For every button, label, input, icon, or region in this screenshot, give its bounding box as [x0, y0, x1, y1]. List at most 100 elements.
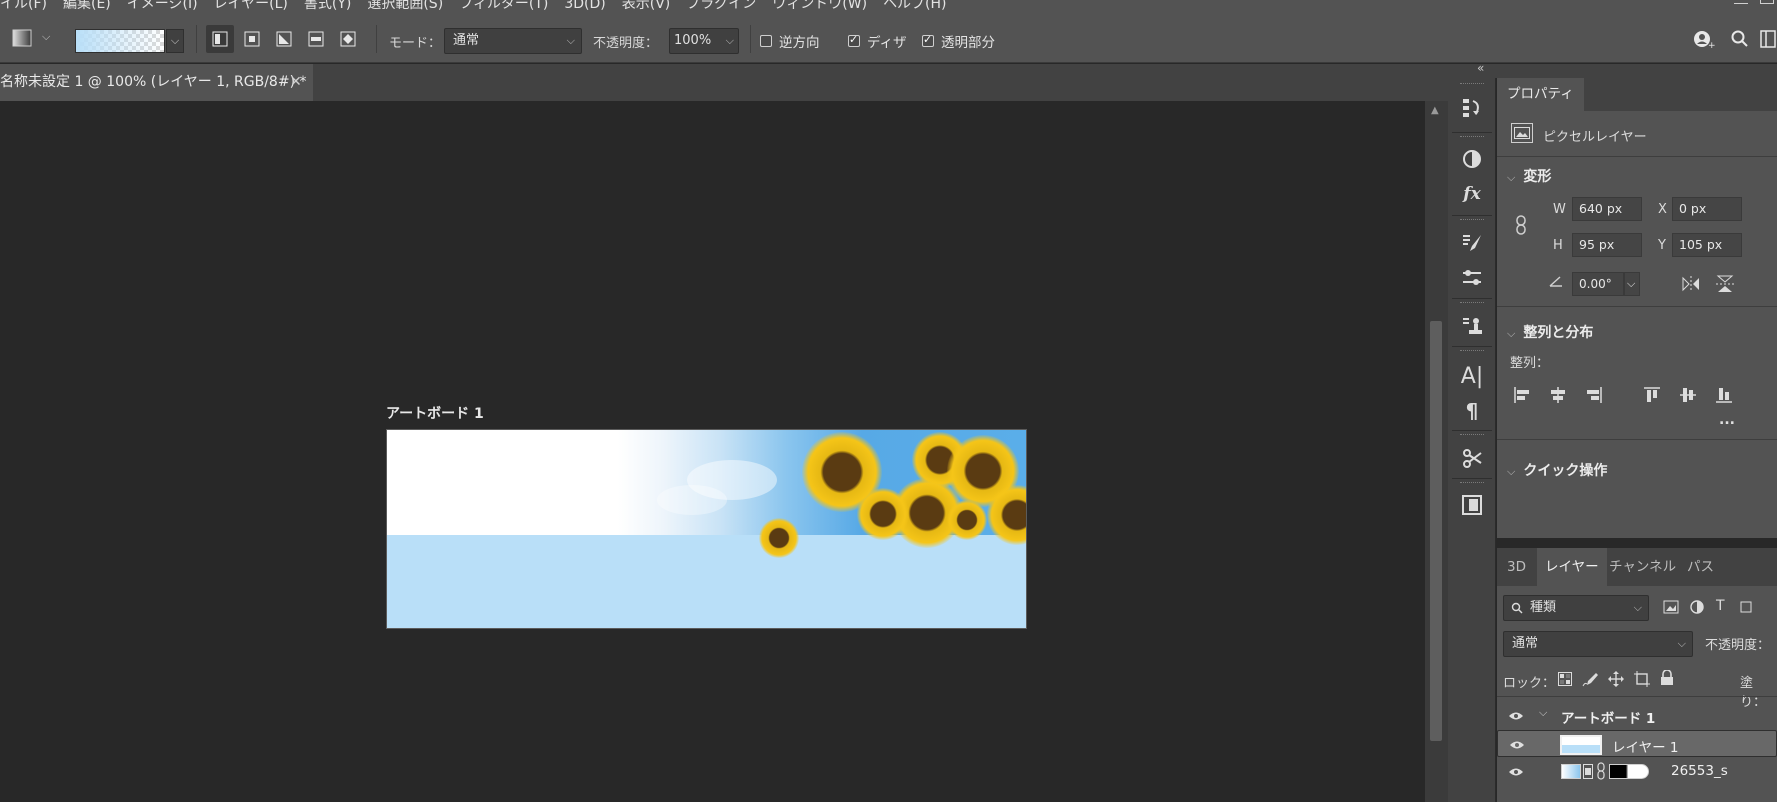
visibility-eye-icon[interactable]	[1508, 708, 1524, 724]
layer-row-layer-1[interactable]: レイヤー 1	[1497, 730, 1777, 757]
align-bottom-icon[interactable]	[1715, 386, 1733, 408]
y-field[interactable]: 105 px	[1672, 233, 1742, 257]
tab-properties[interactable]: プロパティ	[1497, 78, 1584, 111]
align-vertical-center-icon[interactable]	[1679, 386, 1697, 408]
align-section-header[interactable]: ⌵ 整列と分布	[1507, 322, 1593, 342]
collapse-panels-icon[interactable]: «	[1477, 61, 1484, 75]
dither-checkbox[interactable]: ディザ	[848, 31, 907, 51]
lock-artboard-icon[interactable]	[1634, 671, 1650, 691]
clone-source-icon[interactable]	[1456, 311, 1488, 341]
align-horizontal-center-icon[interactable]	[1549, 386, 1567, 408]
layer-row-image[interactable]: 26553_s	[1497, 758, 1777, 785]
menu-3d[interactable]: 3D(D)	[564, 0, 605, 14]
angle-field[interactable]: 0.00°	[1572, 272, 1624, 296]
menu-filter[interactable]: フィルター(T)	[459, 0, 548, 14]
tab-layers[interactable]: レイヤー	[1537, 548, 1607, 586]
grip-handle[interactable]	[1460, 302, 1484, 305]
grip-handle[interactable]	[1460, 219, 1484, 222]
tab-channels[interactable]: チャンネル	[1601, 548, 1684, 586]
lock-all-icon[interactable]	[1660, 669, 1674, 690]
tool-presets-icon[interactable]	[1456, 443, 1488, 473]
reflected-gradient-icon[interactable]	[302, 25, 330, 53]
menu-help[interactable]: ヘルプ(H)	[883, 0, 946, 14]
grip-handle[interactable]	[1460, 350, 1484, 353]
close-icon[interactable]: ✕	[290, 64, 302, 101]
properties-sliders-icon[interactable]	[1456, 263, 1488, 293]
maximize-icon[interactable]	[1760, 0, 1774, 4]
filter-adjustment-icon[interactable]	[1690, 600, 1704, 618]
visibility-eye-icon[interactable]	[1509, 737, 1525, 753]
grip-handle[interactable]	[1460, 136, 1484, 139]
layer-row-artboard[interactable]: ⌵ アートボード 1	[1497, 702, 1777, 729]
vertical-scrollbar[interactable]: ▲	[1425, 101, 1448, 802]
diamond-gradient-icon[interactable]	[334, 25, 362, 53]
blend-mode-select[interactable]: 通常 ⌵	[1503, 631, 1693, 657]
scroll-up-icon[interactable]: ▲	[1431, 105, 1439, 116]
filter-type-icon[interactable]: T	[1716, 598, 1725, 614]
mode-select[interactable]: 通常 ⌵	[444, 28, 582, 54]
search-icon[interactable]	[1726, 25, 1754, 53]
tab-paths[interactable]: パス	[1679, 548, 1722, 586]
reverse-checkbox[interactable]: 逆方向	[760, 31, 820, 51]
lock-position-icon[interactable]	[1608, 671, 1624, 691]
flip-vertical-icon[interactable]	[1716, 274, 1734, 298]
linear-gradient-icon[interactable]	[206, 25, 234, 53]
menu-file[interactable]: イル(F)	[0, 0, 47, 14]
chevron-down-icon[interactable]: ⌵	[1624, 272, 1640, 296]
flip-horizontal-icon[interactable]	[1681, 276, 1701, 296]
history-icon[interactable]	[1456, 92, 1488, 122]
menu-view[interactable]: 表示(V)	[622, 0, 671, 14]
menu-window[interactable]: ウィンドウ(W)	[772, 0, 867, 14]
radial-gradient-icon[interactable]	[238, 25, 266, 53]
transparency-checkbox[interactable]: 透明部分	[922, 31, 995, 51]
filter-shape-icon[interactable]	[1739, 600, 1753, 618]
align-right-icon[interactable]	[1585, 386, 1603, 408]
menu-plugins[interactable]: プラグイン	[686, 0, 756, 14]
gradient-picker-chevron-icon[interactable]: ⌵	[166, 29, 184, 53]
scrollbar-thumb[interactable]	[1430, 321, 1442, 741]
artboard-panel-icon[interactable]	[1456, 490, 1488, 520]
opacity-field[interactable]: 100% ⌵	[669, 28, 739, 54]
menu-type[interactable]: 書式(Y)	[304, 0, 351, 14]
quick-actions-section-header[interactable]: ⌵ クイック操作	[1507, 460, 1607, 480]
tab-3d[interactable]: 3D	[1499, 548, 1534, 586]
preset-chevron-icon[interactable]: ⌵	[42, 30, 50, 44]
minimize-icon[interactable]	[1734, 0, 1748, 4]
x-field[interactable]: 0 px	[1672, 197, 1742, 221]
gradient-tool-preset-icon[interactable]	[8, 24, 36, 52]
lock-transparent-icon[interactable]	[1558, 672, 1572, 690]
menu-layer[interactable]: レイヤー(L)	[214, 0, 288, 14]
transform-section-header[interactable]: ⌵ 変形	[1507, 166, 1551, 186]
chevron-down-icon[interactable]: ⌵	[1539, 706, 1547, 720]
grip-handle[interactable]	[1460, 482, 1484, 485]
height-field[interactable]: 95 px	[1572, 233, 1642, 257]
layer-filter-select[interactable]: 種類 ⌵	[1503, 595, 1649, 621]
grip-handle[interactable]	[1460, 83, 1484, 86]
width-field[interactable]: 640 px	[1572, 197, 1642, 221]
share-user-icon[interactable]: +	[1690, 25, 1718, 53]
align-left-icon[interactable]	[1513, 386, 1531, 408]
paragraph-icon[interactable]: ¶	[1456, 396, 1488, 426]
artboard-label[interactable]: アートボード 1	[386, 403, 484, 423]
menu-select[interactable]: 選択範囲(S)	[367, 0, 443, 14]
fx-styles-icon[interactable]: fx	[1456, 179, 1488, 209]
brush-settings-icon[interactable]	[1456, 228, 1488, 258]
more-options-icon[interactable]: ...	[1719, 412, 1735, 428]
character-icon[interactable]: A|	[1456, 361, 1488, 391]
grip-handle[interactable]	[1460, 434, 1484, 437]
artboard[interactable]	[386, 429, 1027, 629]
menu-image[interactable]: イメージ(I)	[127, 0, 198, 14]
align-top-icon[interactable]	[1643, 386, 1661, 408]
link-icon[interactable]	[1515, 215, 1527, 239]
filter-pixel-icon[interactable]	[1663, 600, 1679, 618]
mask-link-icon[interactable]	[1597, 762, 1605, 784]
adjustments-icon[interactable]	[1456, 144, 1488, 174]
angle-gradient-icon[interactable]	[270, 25, 298, 53]
workspace-icon[interactable]	[1758, 25, 1777, 53]
panel-collapse-bar[interactable]: «	[1448, 61, 1777, 78]
document-tab[interactable]: 名称未設定 1 @ 100% (レイヤー 1, RGB/8#) * ✕	[0, 64, 313, 101]
gradient-preview[interactable]	[75, 29, 165, 53]
lock-pixels-icon[interactable]	[1582, 671, 1598, 691]
visibility-eye-icon[interactable]	[1508, 764, 1524, 780]
menu-edit[interactable]: 編集(E)	[63, 0, 111, 14]
